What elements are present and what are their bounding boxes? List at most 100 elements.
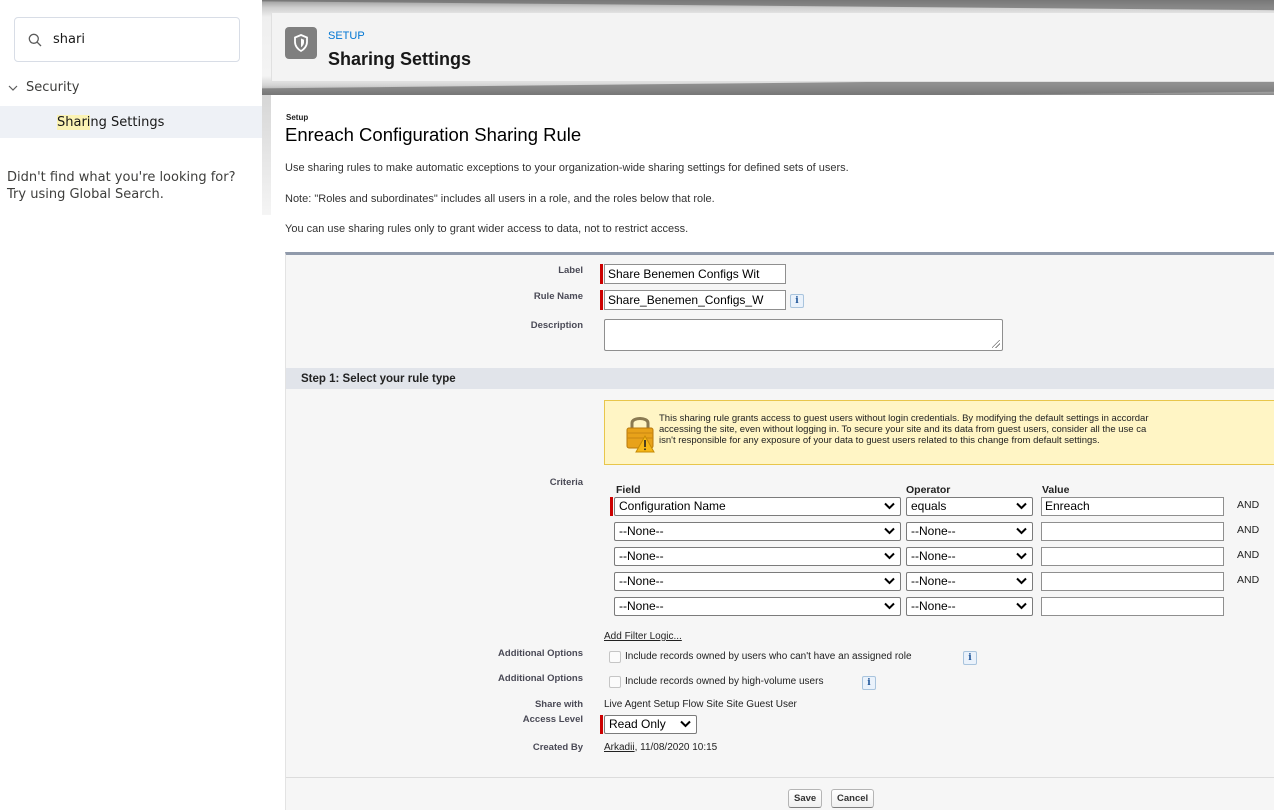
- criteria-operator-value: --None--: [911, 574, 956, 588]
- criteria-join-label: AND: [1237, 499, 1260, 511]
- chevron-down-icon: [1016, 602, 1027, 610]
- criteria-operator-select[interactable]: --None--: [906, 597, 1033, 616]
- created-date: , 11/08/2020 10:15: [634, 742, 718, 753]
- tree-node-security[interactable]: Security: [8, 80, 79, 95]
- intro-note: Note: "Roles and subordinates" includes …: [285, 193, 715, 205]
- chevron-down-icon: [1016, 552, 1027, 560]
- criteria-operator-select[interactable]: --None--: [906, 522, 1033, 541]
- description-field-label: Description: [530, 320, 583, 331]
- setup-breadcrumb-link[interactable]: SETUP: [328, 30, 365, 42]
- step1-section-header: Step 1: Select your rule type: [286, 368, 1274, 389]
- criteria-join-label: AND: [1237, 574, 1260, 586]
- criteria-field-select[interactable]: --None--: [614, 547, 901, 566]
- lock-warning-icon: [626, 417, 655, 453]
- criteria-operator-value: --None--: [911, 524, 956, 538]
- criteria-join-label: AND: [1237, 549, 1260, 561]
- warning-line: This sharing rule grants access to guest…: [659, 413, 1149, 424]
- chevron-down-icon: [884, 602, 895, 610]
- created-by-user-link[interactable]: Arkadii: [604, 742, 635, 753]
- required-indicator: [600, 290, 603, 310]
- access-level-value: Read Only: [609, 717, 666, 731]
- access-level-select[interactable]: Read Only: [604, 715, 697, 734]
- chevron-down-icon: [1016, 527, 1027, 535]
- criteria-field-value: --None--: [619, 574, 664, 588]
- search-input-value: shari: [53, 32, 85, 47]
- add-filter-logic-link[interactable]: Add Filter Logic...: [604, 631, 682, 642]
- criteria-label: Criteria: [549, 477, 583, 488]
- criteria-field-select[interactable]: --None--: [614, 572, 901, 591]
- intro-text: Use sharing rules to make automatic exce…: [285, 162, 849, 174]
- breadcrumb: Setup: [286, 113, 309, 122]
- info-icon[interactable]: i: [963, 651, 977, 665]
- banner-card: SETUP Sharing Settings: [271, 12, 1274, 82]
- criteria-value-input[interactable]: Enreach: [1041, 497, 1224, 516]
- column-header-value: Value: [1042, 484, 1070, 496]
- chevron-down-icon: [884, 502, 895, 510]
- criteria-field-select[interactable]: --None--: [614, 597, 901, 616]
- resize-handle[interactable]: [992, 340, 1000, 348]
- setup-header-banner: SETUP Sharing Settings: [262, 0, 1274, 95]
- criteria-value-input[interactable]: [1041, 522, 1224, 541]
- criteria-operator-value: --None--: [911, 549, 956, 563]
- criteria-field-value: --None--: [619, 549, 664, 563]
- label-input[interactable]: Share Benemen Configs Wit: [604, 264, 786, 284]
- include-roleless-owners-checkbox[interactable]: [609, 651, 621, 663]
- info-icon[interactable]: i: [790, 294, 804, 308]
- include-high-volume-owners-checkbox[interactable]: [609, 676, 621, 688]
- shield-icon: [285, 27, 317, 59]
- criteria-value-input[interactable]: [1041, 572, 1224, 591]
- criteria-field-value: --None--: [619, 599, 664, 613]
- criteria-operator-value: --None--: [911, 599, 956, 613]
- chevron-down-icon: [884, 577, 895, 585]
- page-title: Sharing Settings: [328, 49, 472, 69]
- tree-item-label-rest: ng Settings: [90, 115, 165, 130]
- required-indicator: [600, 264, 603, 284]
- chevron-down-icon: [1016, 577, 1027, 585]
- criteria-field-select[interactable]: --None--: [614, 522, 901, 541]
- criteria-operator-select[interactable]: equals: [906, 497, 1033, 516]
- tree-item-label: Sharing Settings: [57, 115, 164, 130]
- search-icon: [28, 33, 42, 47]
- info-icon[interactable]: i: [862, 676, 876, 690]
- criteria-field-value: --None--: [619, 524, 664, 538]
- criteria-value-input[interactable]: [1041, 547, 1224, 566]
- chevron-down-icon: [8, 85, 18, 91]
- not-found-message: Didn't find what you're looking for? Try…: [7, 169, 257, 203]
- chevron-down-icon: [680, 720, 691, 728]
- criteria-field-select[interactable]: Configuration Name: [614, 497, 901, 516]
- tree-node-security-label: Security: [26, 80, 80, 95]
- tree-item-sharing-settings[interactable]: Sharing Settings: [0, 106, 262, 138]
- share-with-label: Share with: [534, 699, 583, 710]
- column-header-field: Field: [616, 484, 641, 496]
- banner-decoration: [262, 0, 1274, 11]
- description-textarea[interactable]: [604, 319, 1003, 351]
- label-field-label: Label: [558, 265, 583, 276]
- intro-restriction: You can use sharing rules only to grant …: [285, 223, 689, 235]
- column-header-operator: Operator: [906, 484, 951, 496]
- chevron-down-icon: [884, 527, 895, 535]
- criteria-operator-select[interactable]: --None--: [906, 572, 1033, 591]
- share-with-value: Live Agent Setup Flow Site Site Guest Us…: [604, 699, 797, 710]
- include-high-volume-owners-label: Include records owned by high-volume use…: [625, 676, 824, 687]
- global-search-hint: Try using Global Search.: [7, 187, 164, 202]
- rule-name-input[interactable]: Share_Benemen_Configs_W: [604, 290, 786, 310]
- not-found-line1: Didn't find what you're looking for?: [7, 170, 236, 185]
- criteria-operator-value: equals: [911, 499, 947, 513]
- criteria-value-input[interactable]: [1041, 597, 1224, 616]
- criteria-operator-select[interactable]: --None--: [906, 547, 1033, 566]
- criteria-field-value: Configuration Name: [619, 499, 726, 513]
- cancel-button[interactable]: Cancel: [831, 789, 875, 808]
- additional-options-label: Additional Options: [498, 673, 583, 684]
- save-button[interactable]: Save: [788, 789, 823, 808]
- warning-line: isn't responsible for any exposure of yo…: [659, 435, 1100, 446]
- guest-access-warning: This sharing rule grants access to guest…: [604, 400, 1274, 465]
- main-content: Setup Enreach Configuration Sharing Rule…: [262, 95, 1274, 811]
- quick-find-search-input[interactable]: shari: [14, 17, 240, 62]
- form-button-bar: Save Cancel: [286, 777, 1274, 811]
- sharing-rule-form: Label Share Benemen Configs Wit Rule Nam…: [285, 252, 1274, 810]
- warning-message: This sharing rule grants access to guest…: [659, 413, 1273, 446]
- required-indicator: [600, 715, 603, 734]
- warning-line: accessing the site, even without logging…: [659, 424, 1147, 435]
- additional-options-label: Additional Options: [498, 648, 583, 659]
- required-indicator: [610, 497, 613, 516]
